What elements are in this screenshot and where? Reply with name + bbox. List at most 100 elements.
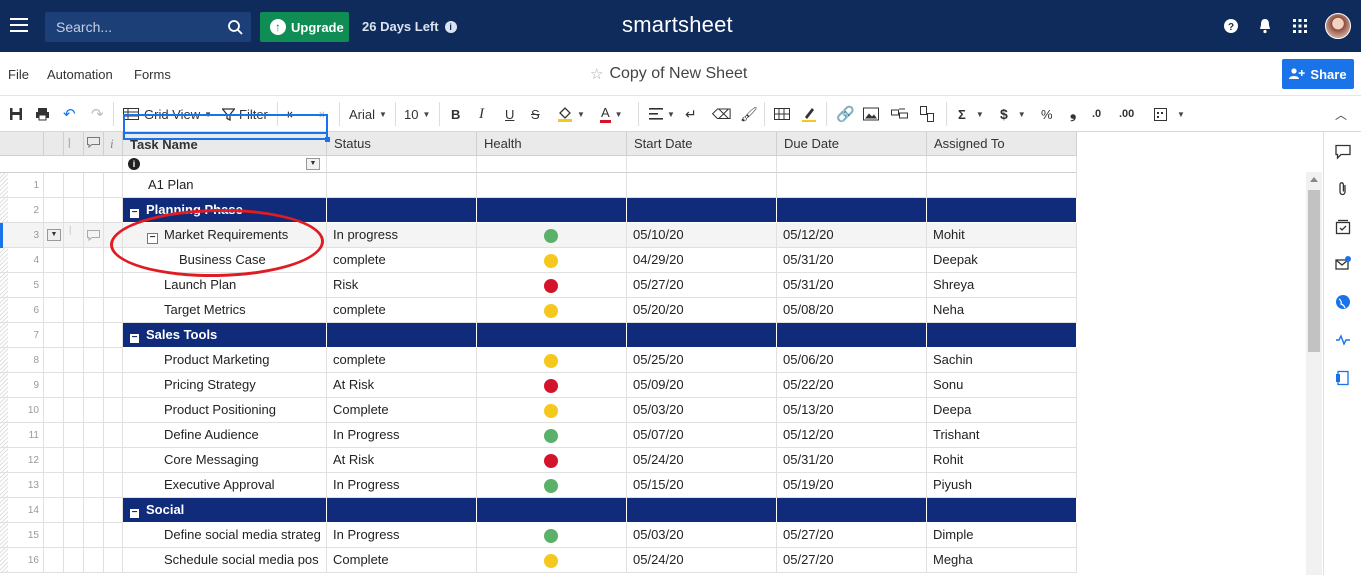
task-name-cell[interactable]: − Planning Phase <box>123 198 327 223</box>
conversations-icon[interactable] <box>1335 144 1351 160</box>
health-cell[interactable] <box>477 323 627 348</box>
row-number[interactable]: 8 <box>0 348 44 373</box>
assigned-to-cell[interactable]: Shreya <box>927 273 1077 298</box>
highlight-changes-icon[interactable] <box>801 105 817 123</box>
collapse-row-icon[interactable]: − <box>147 233 158 244</box>
row-comment-gutter[interactable] <box>84 248 104 273</box>
conditional-format-icon[interactable] <box>774 105 790 123</box>
row-number[interactable]: 6 <box>0 298 44 323</box>
help-icon[interactable]: ? <box>1223 18 1239 34</box>
font-family-dropdown[interactable]: Arial ▼ <box>349 105 387 123</box>
status-cell[interactable] <box>327 198 477 223</box>
row-attachment-gutter[interactable]: ⦚ <box>64 223 84 248</box>
collapse-group-icon[interactable]: − <box>129 333 140 344</box>
row-info-gutter[interactable] <box>104 473 123 498</box>
start-date-cell[interactable]: 05/24/20 <box>627 448 777 473</box>
start-date-cell[interactable]: 05/03/20 <box>627 523 777 548</box>
assigned-to-cell[interactable]: Rohit <box>927 448 1077 473</box>
assigned-to-cell[interactable]: Mohit <box>927 223 1077 248</box>
row-attachment-gutter[interactable] <box>64 198 84 223</box>
row-attachment-gutter[interactable] <box>64 173 84 198</box>
due-date-cell[interactable]: 05/13/20 <box>777 398 927 423</box>
attachments-icon[interactable] <box>1335 181 1351 197</box>
status-cell[interactable]: complete <box>327 348 477 373</box>
share-button[interactable]: Share <box>1282 59 1354 89</box>
row-attachment-gutter[interactable] <box>64 348 84 373</box>
row-number[interactable]: 13 <box>0 473 44 498</box>
row-dropdown-gutter[interactable] <box>44 473 64 498</box>
menu-forms[interactable]: Forms <box>134 67 171 82</box>
due-date-cell[interactable] <box>777 498 927 523</box>
search-icon[interactable] <box>227 19 243 35</box>
status-cell[interactable]: Risk <box>327 273 477 298</box>
health-cell[interactable] <box>477 473 627 498</box>
table-row[interactable]: 1 A1 Plan <box>0 173 1078 198</box>
underline-button[interactable]: U <box>505 105 514 123</box>
row-comment-gutter[interactable] <box>84 523 104 548</box>
apps-grid-icon[interactable] <box>1292 18 1308 34</box>
row-number[interactable]: 4 <box>0 248 44 273</box>
table-row[interactable]: 4 Business Case complete 04/29/20 05/31/20 De… <box>0 248 1078 273</box>
proofs-icon[interactable] <box>1335 219 1351 235</box>
row-attachment-gutter[interactable] <box>64 423 84 448</box>
row-number[interactable]: 12 <box>0 448 44 473</box>
row-attachment-gutter[interactable] <box>64 523 84 548</box>
row-number[interactable]: 14 <box>0 498 44 523</box>
start-date-cell[interactable]: 05/20/20 <box>627 298 777 323</box>
status-cell[interactable]: In Progress <box>327 473 477 498</box>
activity-log-icon[interactable] <box>1335 332 1351 348</box>
start-date-cell[interactable]: 05/03/20 <box>627 398 777 423</box>
status-cell[interactable]: In Progress <box>327 423 477 448</box>
status-cell[interactable]: complete <box>327 248 477 273</box>
indent-row-icon[interactable] <box>891 105 908 123</box>
due-date-cell[interactable]: 05/31/20 <box>777 448 927 473</box>
row-comment-gutter[interactable] <box>84 473 104 498</box>
row-info-gutter[interactable] <box>104 423 123 448</box>
row-attachment-icon[interactable]: ⦚ <box>69 224 72 239</box>
insert-image-icon[interactable] <box>863 105 879 123</box>
column-header-health[interactable]: Health <box>477 132 627 156</box>
row-number[interactable]: 5 <box>0 273 44 298</box>
start-date-cell[interactable] <box>627 323 777 348</box>
task-name-cell[interactable]: Product Positioning <box>123 398 327 423</box>
status-cell[interactable]: Complete <box>327 398 477 423</box>
row-attachment-gutter[interactable] <box>64 248 84 273</box>
table-row[interactable]: 5 Launch Plan Risk 05/27/20 05/31/20 Shreya <box>0 273 1078 298</box>
row-number[interactable]: 16 <box>0 548 44 573</box>
status-cell[interactable]: In Progress <box>327 523 477 548</box>
row-number[interactable]: 10 <box>0 398 44 423</box>
due-date-cell[interactable]: 05/27/20 <box>777 523 927 548</box>
row-comment-gutter[interactable] <box>84 498 104 523</box>
row-number[interactable]: 3 <box>0 223 44 248</box>
font-size-dropdown[interactable]: 10 ▼ <box>404 105 430 123</box>
scrollbar-thumb[interactable] <box>1308 190 1320 352</box>
assigned-to-cell[interactable] <box>927 173 1077 198</box>
row-comment-gutter[interactable] <box>84 348 104 373</box>
column-header-task-name[interactable]: Task Name <box>123 132 327 156</box>
row-comment-gutter[interactable] <box>84 173 104 198</box>
task-name-cell[interactable]: A1 Plan <box>123 173 327 198</box>
table-row[interactable]: 9 Pricing Strategy At Risk 05/09/20 05/22/20… <box>0 373 1078 398</box>
row-number[interactable]: 2 <box>0 198 44 223</box>
assigned-to-cell[interactable]: Sachin <box>927 348 1077 373</box>
row-dropdown-gutter[interactable] <box>44 348 64 373</box>
start-date-cell[interactable] <box>627 198 777 223</box>
table-row[interactable]: 6 Target Metrics complete 05/20/20 05/08/20 N… <box>0 298 1078 323</box>
start-date-cell[interactable]: 05/15/20 <box>627 473 777 498</box>
row-dropdown-gutter[interactable] <box>44 298 64 323</box>
group-row[interactable]: 2 − Planning Phase <box>0 198 1078 223</box>
start-date-cell[interactable]: 05/07/20 <box>627 423 777 448</box>
row-attachment-gutter[interactable] <box>64 448 84 473</box>
health-cell[interactable] <box>477 248 627 273</box>
task-name-cell[interactable]: − Social <box>123 498 327 523</box>
due-date-cell[interactable]: 05/31/20 <box>777 273 927 298</box>
row-info-gutter[interactable] <box>104 523 123 548</box>
task-name-cell[interactable]: Define Audience <box>123 423 327 448</box>
table-row[interactable]: 12 Core Messaging At Risk 05/24/20 05/31/20 R… <box>0 448 1078 473</box>
status-cell[interactable]: Complete <box>327 548 477 573</box>
undo-icon[interactable]: ↶ <box>63 105 76 123</box>
task-name-cell[interactable]: − Market Requirements <box>123 223 327 248</box>
assigned-to-cell[interactable]: Deepak <box>927 248 1077 273</box>
start-date-cell[interactable]: 05/27/20 <box>627 273 777 298</box>
row-dropdown-gutter[interactable] <box>44 398 64 423</box>
